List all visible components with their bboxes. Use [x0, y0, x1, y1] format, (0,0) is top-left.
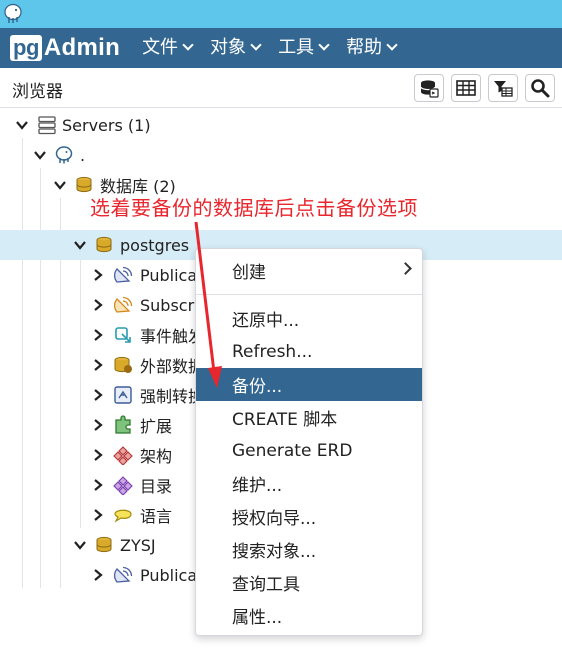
pgadmin-logo[interactable]: pg Admin — [10, 28, 120, 68]
chevron-down-icon[interactable] — [73, 238, 87, 252]
menu-file[interactable]: 文件 — [142, 28, 194, 68]
main-navbar: pg Admin 文件 对象 工具 帮助 — [0, 28, 562, 68]
ctx-create-script[interactable]: CREATE 脚本 — [196, 401, 422, 434]
tree-label-extensions: 扩展 — [140, 417, 173, 436]
menu-tools-label: 工具 — [278, 37, 315, 58]
ctx-query-tool-label: 查询工具 — [232, 575, 300, 595]
menu-object[interactable]: 对象 — [210, 28, 262, 68]
ctx-backup-label: 备份... — [232, 377, 283, 397]
chevron-right-icon[interactable] — [91, 448, 105, 462]
schema-icon — [113, 446, 133, 465]
ctx-create[interactable]: 创建 — [196, 254, 422, 287]
tree-label-servers: Servers (1) — [62, 115, 151, 135]
chevron-right-icon[interactable] — [91, 358, 105, 372]
ctx-generate-erd[interactable]: Generate ERD — [196, 434, 422, 467]
database-icon — [96, 536, 112, 553]
chevron-down-icon[interactable] — [73, 538, 87, 552]
search-icon — [531, 79, 550, 98]
chevron-down-icon — [386, 39, 398, 51]
grid-icon — [456, 80, 476, 96]
ctx-restore[interactable]: 还原中... — [196, 302, 422, 335]
extension-icon — [115, 415, 131, 434]
ctx-properties[interactable]: 属性... — [196, 599, 422, 632]
ctx-grant-wizard-label: 授权向导... — [232, 509, 317, 529]
search-button[interactable] — [525, 74, 555, 102]
event-trigger-icon — [115, 327, 131, 343]
chevron-right-icon — [399, 262, 412, 275]
chevron-down-icon[interactable] — [15, 118, 29, 132]
menu-bar: 文件 对象 工具 帮助 — [142, 28, 414, 68]
elephant-icon — [4, 3, 22, 23]
ctx-generate-erd-label: Generate ERD — [232, 440, 353, 461]
filter-rows-button[interactable] — [488, 74, 518, 102]
browser-title: 浏览器 — [12, 82, 63, 102]
ctx-query-tool[interactable]: 查询工具 — [196, 566, 422, 599]
chevron-right-icon[interactable] — [91, 508, 105, 522]
tree-label-server: . — [80, 145, 86, 165]
ctx-search-objects[interactable]: 搜索对象... — [196, 533, 422, 566]
chevron-right-icon[interactable] — [91, 478, 105, 492]
view-data-button[interactable] — [451, 74, 481, 102]
tree-label-postgres: postgres — [120, 235, 190, 255]
title-bar — [0, 0, 562, 28]
ctx-create-label: 创建 — [232, 263, 266, 283]
tree-label-languages: 语言 — [140, 507, 173, 526]
context-menu: 创建 还原中... Refresh... 备份... CREATE 脚本 Gen… — [195, 248, 423, 636]
ctx-restore-label: 还原中... — [232, 311, 300, 331]
ctx-create-script-label: CREATE 脚本 — [232, 410, 338, 430]
ctx-search-objects-label: 搜索对象... — [232, 542, 317, 562]
chevron-right-icon[interactable] — [91, 418, 105, 432]
logo-admin: Admin — [43, 34, 121, 61]
chevron-right-icon[interactable] — [91, 568, 105, 582]
menu-object-label: 对象 — [210, 37, 247, 58]
tree-node-servers[interactable]: Servers (1) — [0, 110, 562, 140]
publication-icon — [113, 566, 133, 583]
publication-icon — [113, 266, 133, 283]
postgres-elephant-icon — [55, 146, 73, 164]
ctx-maintenance-label: 维护... — [232, 476, 283, 496]
ctx-backup[interactable]: 备份... — [196, 368, 422, 401]
chevron-down-icon — [318, 39, 330, 51]
annotation-text: 选着要备份的数据库后点击备份选项 — [90, 196, 418, 220]
chevron-down-icon — [250, 39, 262, 51]
ctx-grant-wizard[interactable]: 授权向导... — [196, 500, 422, 533]
chevron-right-icon[interactable] — [91, 298, 105, 312]
browser-panel-header: 浏览器 — [0, 68, 562, 108]
database-query-icon — [420, 80, 439, 98]
subscription-icon — [113, 296, 133, 313]
menu-help-label: 帮助 — [346, 37, 383, 58]
ctx-maintenance[interactable]: 维护... — [196, 467, 422, 500]
ctx-refresh[interactable]: Refresh... — [196, 335, 422, 368]
pgadmin-window: pg Admin 文件 对象 工具 帮助 浏览器 Servers (1) . 数… — [0, 0, 562, 656]
chevron-right-icon[interactable] — [91, 328, 105, 342]
catalog-icon — [113, 476, 133, 495]
menu-tools[interactable]: 工具 — [278, 28, 330, 68]
chevron-down-icon[interactable] — [33, 148, 47, 162]
foreign-data-wrapper-icon — [114, 356, 132, 373]
tree-label-subscriptions: Subscri — [140, 295, 199, 315]
filter-table-icon — [494, 81, 513, 97]
tree-label-zysj: ZYSJ — [120, 535, 156, 555]
tree-label-schemas: 架构 — [140, 447, 173, 466]
ctx-properties-label: 属性... — [232, 608, 283, 628]
chevron-right-icon[interactable] — [91, 388, 105, 402]
chevron-down-icon — [182, 39, 194, 51]
chevron-down-icon[interactable] — [53, 178, 67, 192]
query-tool-button[interactable] — [414, 74, 444, 102]
menu-divider — [196, 294, 422, 295]
tree-node-server[interactable]: . — [0, 140, 562, 170]
database-icon — [96, 236, 112, 253]
menu-file-label: 文件 — [142, 37, 179, 58]
logo-pg: pg — [10, 35, 42, 61]
cast-icon — [114, 386, 132, 404]
menu-help[interactable]: 帮助 — [346, 28, 398, 68]
chevron-right-icon[interactable] — [91, 268, 105, 282]
language-icon — [114, 509, 132, 523]
servers-icon — [38, 116, 56, 135]
ctx-refresh-label: Refresh... — [232, 341, 313, 362]
tree-label-catalogs: 目录 — [140, 477, 173, 496]
